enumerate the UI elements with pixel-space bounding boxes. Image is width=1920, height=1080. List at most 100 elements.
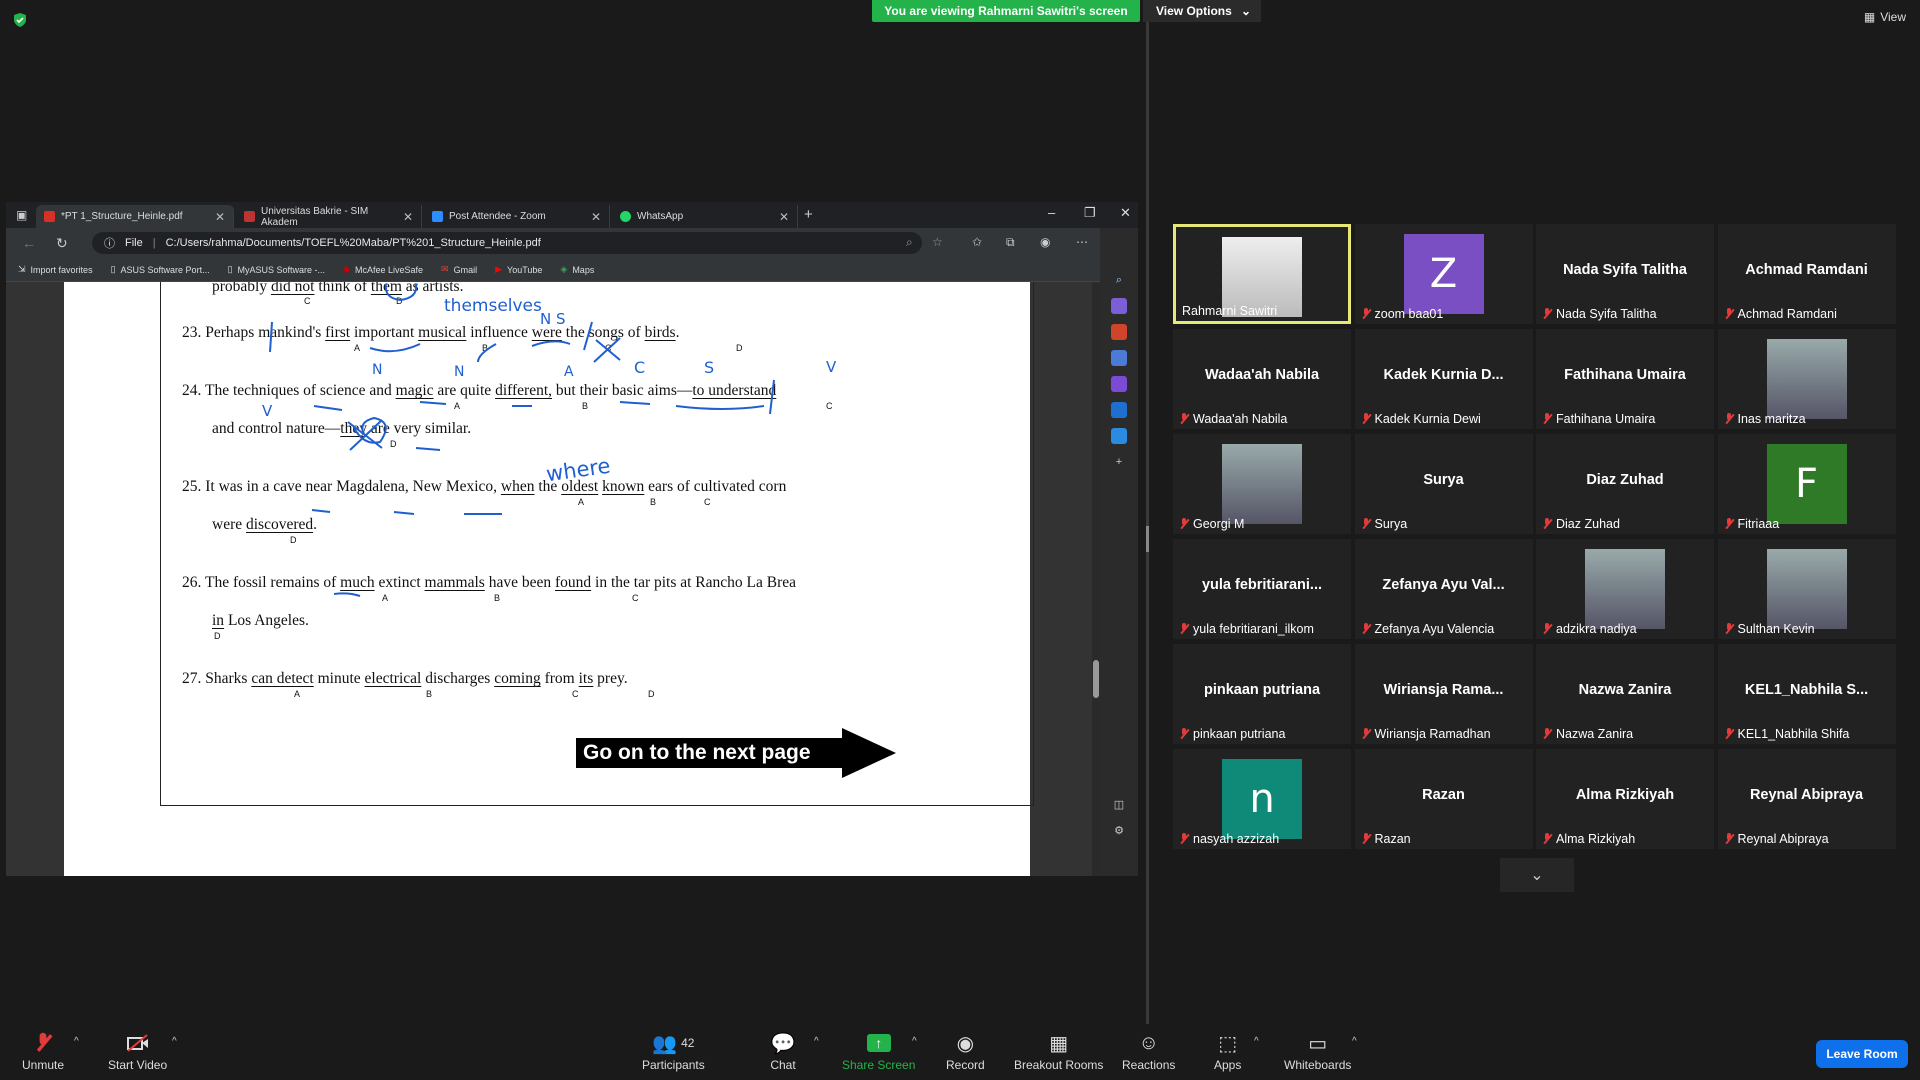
close-window-icon[interactable]: ✕: [1120, 205, 1131, 221]
participant-tile[interactable]: Zefanya Ayu Val... Zefanya Ayu Valencia: [1354, 539, 1533, 639]
favorite-item[interactable]: ▯ ASUS Software Port...: [111, 264, 210, 275]
new-tab-icon[interactable]: +: [804, 206, 813, 223]
add-icon[interactable]: +: [1111, 454, 1127, 470]
participant-tile[interactable]: n nasyah azzizah: [1173, 749, 1351, 849]
close-icon[interactable]: ✕: [403, 210, 413, 224]
participant-tile[interactable]: Achmad Ramdani Achmad Ramdani: [1717, 224, 1896, 324]
favorite-item[interactable]: ⇲ Import favorites: [18, 264, 93, 275]
participant-tile[interactable]: Zzoom baa01: [1354, 224, 1533, 324]
participant-tile[interactable]: Fathihana Umaira Fathihana Umaira: [1536, 329, 1714, 429]
search-icon[interactable]: ⌕: [1111, 272, 1127, 288]
favorite-item[interactable]: ▯ MyASUS Software -...: [228, 264, 325, 275]
participant-tile[interactable]: Reynal Abipraya Reynal Abipraya: [1717, 749, 1896, 849]
share-options-caret[interactable]: ^: [912, 1036, 917, 1047]
address-bar[interactable]: ⓘ File | C:/Users/rahma/Documents/TOEFL%…: [92, 232, 922, 254]
whiteboards-button[interactable]: ▭ Whiteboards: [1284, 1032, 1351, 1073]
participants-button[interactable]: 👥 42 Participants: [642, 1032, 705, 1073]
pdf-scrollbar[interactable]: [1092, 282, 1100, 876]
drop-icon[interactable]: [1111, 428, 1127, 444]
back-icon[interactable]: ←: [22, 235, 36, 251]
participant-tile[interactable]: yula febritiarani... yula febritiarani_il…: [1173, 539, 1351, 639]
collections-icon[interactable]: ⧉: [1006, 235, 1015, 250]
refresh-icon[interactable]: ↻: [56, 235, 68, 252]
apps-options-caret[interactable]: ^: [1254, 1036, 1259, 1047]
favorite-item[interactable]: ▶ YouTube: [495, 264, 542, 275]
participant-tile[interactable]: Nazwa Zanira Nazwa Zanira: [1536, 644, 1714, 744]
breakout-rooms-button[interactable]: ▦ Breakout Rooms: [1014, 1032, 1103, 1073]
pdf-viewer[interactable]: probably did not think of them as artist…: [6, 282, 1092, 876]
favorites-icon[interactable]: ✩: [972, 235, 982, 249]
close-icon[interactable]: ✕: [779, 210, 789, 224]
unmute-button[interactable]: Unmute: [22, 1032, 64, 1072]
tab-actions-icon[interactable]: ▣: [16, 208, 27, 222]
view-button[interactable]: ▦ View: [1864, 10, 1906, 24]
chat-button[interactable]: 💬 Chat: [770, 1032, 796, 1073]
gallery-next-button[interactable]: ⌄: [1500, 858, 1574, 892]
participant-tile[interactable]: Rahmarni Sawitri: [1173, 224, 1351, 324]
tools-icon[interactable]: [1111, 324, 1127, 340]
participant-tile[interactable]: Surya Surya: [1354, 434, 1533, 534]
restore-icon[interactable]: ❐: [1084, 205, 1096, 221]
participant-tile[interactable]: KEL1_Nabhila S... KEL1_Nabhila Shifa: [1717, 644, 1896, 744]
chevron-down-icon: ⌄: [1530, 867, 1544, 884]
tab-zoom[interactable]: Post Attendee - Zoom ✕: [424, 205, 610, 228]
participant-tile[interactable]: Kadek Kurnia D... Kadek Kurnia Dewi: [1354, 329, 1533, 429]
participant-label: Wadaa'ah Nabila: [1179, 412, 1287, 426]
chat-options-caret[interactable]: ^: [814, 1036, 819, 1047]
audio-options-caret[interactable]: ^: [74, 1036, 79, 1047]
scroll-thumb[interactable]: [1093, 660, 1099, 698]
shared-browser-window: ▣ *PT 1_Structure_Heinle.pdf ✕ Universita…: [6, 202, 1138, 876]
video-options-caret[interactable]: ^: [172, 1036, 177, 1047]
view-options-button[interactable]: View Options ⌄: [1143, 0, 1261, 22]
participant-tile[interactable]: Sulthan Kevin: [1717, 539, 1896, 639]
sidebar-toggle-icon[interactable]: ◫: [1111, 796, 1127, 812]
favorite-item[interactable]: ◆ McAfee LiveSafe: [343, 264, 423, 275]
reactions-button[interactable]: ☺ Reactions: [1122, 1032, 1175, 1073]
participant-tile[interactable]: Wadaa'ah Nabila Wadaa'ah Nabila: [1173, 329, 1351, 429]
participant-tile[interactable]: adzikra nadiya: [1536, 539, 1714, 639]
splitter-handle[interactable]: [1146, 526, 1149, 552]
grid-view-icon: ▦: [1863, 10, 1876, 24]
start-video-button[interactable]: Start Video: [108, 1032, 167, 1072]
tab-pdf[interactable]: *PT 1_Structure_Heinle.pdf ✕: [36, 205, 234, 228]
participant-display-name: nasyah azzizah: [1193, 832, 1280, 846]
profile-icon[interactable]: ◉: [1040, 235, 1050, 249]
games-icon[interactable]: [1111, 376, 1127, 392]
participant-label: Surya: [1361, 517, 1407, 531]
whiteboard-options-caret[interactable]: ^: [1352, 1036, 1357, 1047]
close-icon[interactable]: ✕: [215, 210, 225, 224]
participant-tile[interactable]: Nada Syifa Talitha Nada Syifa Talitha: [1536, 224, 1714, 324]
tab-whatsapp[interactable]: WhatsApp ✕: [612, 205, 798, 228]
shopping-icon[interactable]: [1111, 298, 1127, 314]
more-icon[interactable]: ⋯: [1076, 235, 1088, 249]
participant-tile[interactable]: Alma Rizkiyah Alma Rizkiyah: [1536, 749, 1714, 849]
share-screen-button[interactable]: ↑ Share Screen: [842, 1032, 915, 1072]
settings-gear-icon[interactable]: ⚙: [1111, 822, 1127, 838]
participant-tile[interactable]: Razan Razan: [1354, 749, 1533, 849]
close-icon[interactable]: ✕: [591, 210, 601, 224]
leave-room-button[interactable]: Leave Room: [1816, 1040, 1908, 1068]
zoom-icon[interactable]: ⌕: [906, 235, 913, 250]
tab-label: WhatsApp: [637, 211, 684, 222]
apps-button[interactable]: ⬚ Apps: [1214, 1032, 1241, 1073]
participant-label: Achmad Ramdani: [1724, 307, 1837, 321]
minimize-icon[interactable]: –: [1048, 205, 1055, 220]
outlook-icon[interactable]: [1111, 402, 1127, 418]
record-button[interactable]: ◉ Record: [946, 1032, 985, 1073]
participant-tile[interactable]: Georgi M: [1173, 434, 1351, 534]
participant-tile[interactable]: F Fitriaaa: [1717, 434, 1896, 534]
tab-sim-akademik[interactable]: Universitas Bakrie - SIM Akadem ✕: [236, 205, 422, 228]
favorite-item[interactable]: ◈ Maps: [560, 264, 594, 275]
favorite-star-icon[interactable]: ☆: [932, 235, 943, 249]
participant-tile[interactable]: Inas maritza: [1717, 329, 1896, 429]
gmail-icon: ✉: [441, 264, 449, 274]
people-icon[interactable]: [1111, 350, 1127, 366]
participant-display-name: Reynal Abipraya: [1737, 832, 1829, 846]
participant-name: Nada Syifa Talitha: [1563, 262, 1687, 278]
participant-tile[interactable]: pinkaan putriana pinkaan putriana: [1173, 644, 1351, 744]
security-shield-icon[interactable]: [12, 12, 28, 28]
participant-tile[interactable]: Diaz Zuhad Diaz Zuhad: [1536, 434, 1714, 534]
favorite-item[interactable]: ✉ Gmail: [441, 264, 477, 275]
participant-display-name: Nazwa Zanira: [1556, 727, 1634, 741]
participant-tile[interactable]: Wiriansja Rama... Wiriansja Ramadhan: [1354, 644, 1533, 744]
